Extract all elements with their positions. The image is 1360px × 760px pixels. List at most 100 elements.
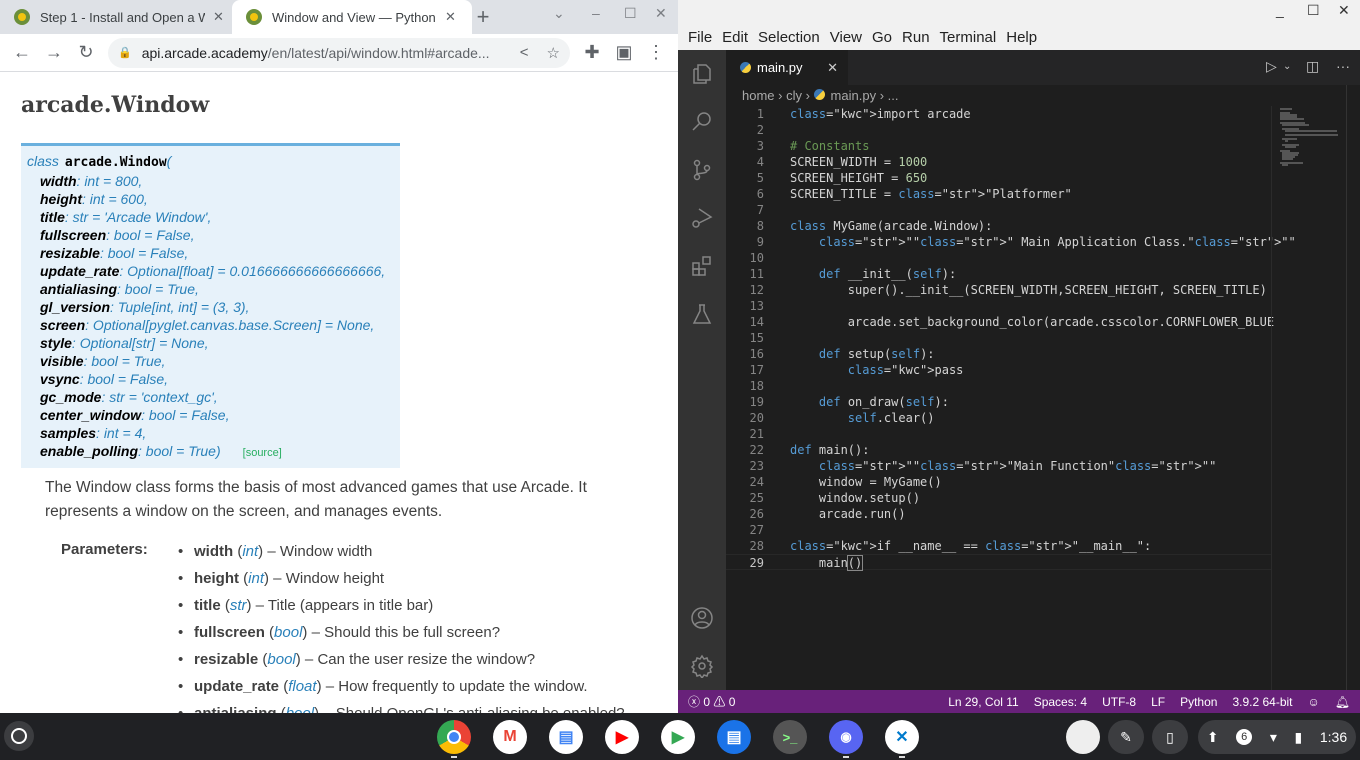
- settings-gear-icon[interactable]: [678, 642, 726, 690]
- browser-tab-step1[interactable]: Step 1 - Install and Open a Win ✕: [0, 0, 230, 34]
- youtube-app-icon[interactable]: ▶: [605, 720, 639, 754]
- line-ending[interactable]: LF: [1151, 695, 1165, 709]
- screenshot-thumbnail[interactable]: [1066, 720, 1100, 754]
- minimap[interactable]: [1271, 106, 1346, 690]
- tab-search-chevron-icon[interactable]: ⌄: [553, 5, 565, 22]
- side-panel-icon[interactable]: ▣: [608, 37, 640, 69]
- param-type-link[interactable]: int: [248, 570, 264, 587]
- code-line[interactable]: 29 main(): [726, 554, 1271, 571]
- param-type-link[interactable]: str: [230, 597, 247, 614]
- play-store-app-icon[interactable]: ▶: [661, 720, 695, 754]
- run-debug-icon[interactable]: [678, 194, 726, 242]
- problems-indicator[interactable]: ⓧ 0 ⚠ 0: [688, 693, 735, 710]
- extensions-puzzle-icon[interactable]: ✚: [576, 37, 608, 69]
- search-icon[interactable]: [678, 98, 726, 146]
- launcher-icon[interactable]: [4, 721, 34, 751]
- code-line[interactable]: 9 class="str">""class="str">" Main Appli…: [726, 234, 1296, 250]
- code-line[interactable]: 25 window.setup(): [726, 490, 1271, 506]
- editor-tab-main-py[interactable]: main.py ✕: [726, 50, 848, 85]
- code-line[interactable]: 11 def __init__(self):: [726, 266, 1271, 282]
- breadcrumb-file[interactable]: main.py: [831, 88, 877, 103]
- back-arrow-icon[interactable]: ←: [6, 37, 38, 69]
- menu-view[interactable]: View: [825, 29, 867, 46]
- param-type-link[interactable]: bool: [274, 624, 302, 641]
- more-menu-icon[interactable]: ⋮: [640, 37, 672, 69]
- cursor-position[interactable]: Ln 29, Col 11: [948, 695, 1019, 709]
- source-control-icon[interactable]: [678, 146, 726, 194]
- minimize-icon[interactable]: –: [592, 5, 600, 21]
- bookmark-star-icon[interactable]: ☆: [547, 44, 560, 62]
- reload-icon[interactable]: ↻: [70, 37, 102, 69]
- menu-selection[interactable]: Selection: [753, 29, 825, 46]
- close-window-icon[interactable]: ✕: [655, 5, 667, 22]
- gmail-app-icon[interactable]: M: [493, 720, 527, 754]
- code-line[interactable]: 21: [726, 426, 1271, 442]
- close-tab-icon[interactable]: ✕: [445, 9, 456, 25]
- run-dropdown-chevron-icon[interactable]: ⌄: [1283, 61, 1291, 72]
- param-type-link[interactable]: int: [242, 543, 258, 560]
- menu-go[interactable]: Go: [867, 29, 897, 46]
- editor-scrollbar[interactable]: [1346, 85, 1360, 690]
- code-line[interactable]: 19 def on_draw(self):: [726, 394, 1271, 410]
- share-icon[interactable]: <: [520, 44, 529, 62]
- terminal-app-icon[interactable]: >_: [773, 720, 807, 754]
- breadcrumb-cly[interactable]: cly: [786, 88, 802, 103]
- close-tab-icon[interactable]: ✕: [827, 60, 838, 76]
- address-bar[interactable]: 🔒 api.arcade.academy/en/latest/api/windo…: [108, 37, 570, 68]
- minimize-icon[interactable]: _: [1276, 2, 1284, 18]
- menu-terminal[interactable]: Terminal: [935, 29, 1002, 46]
- vscode-app-icon[interactable]: ✕: [885, 720, 919, 758]
- notifications-bell-icon[interactable]: 🔔︎: [1335, 695, 1350, 709]
- menu-run[interactable]: Run: [897, 29, 935, 46]
- explorer-icon[interactable]: [678, 50, 726, 98]
- extensions-icon[interactable]: [678, 242, 726, 290]
- code-line[interactable]: 24 window = MyGame(): [726, 474, 1271, 490]
- testing-flask-icon[interactable]: [678, 290, 726, 338]
- indentation[interactable]: Spaces: 4: [1034, 695, 1087, 709]
- more-actions-icon[interactable]: ···: [1336, 58, 1350, 74]
- code-line[interactable]: 14 arcade.set_background_color(arcade.cs…: [726, 314, 1275, 330]
- param-type-link[interactable]: bool: [267, 651, 295, 668]
- maximize-icon[interactable]: ☐: [1307, 2, 1320, 19]
- code-line[interactable]: 5 SCREEN_HEIGHT = 650: [726, 170, 1271, 186]
- breadcrumb-symbol[interactable]: ...: [888, 88, 899, 103]
- param-type-link[interactable]: bool: [286, 705, 314, 713]
- menu-file[interactable]: File: [683, 29, 717, 46]
- code-line[interactable]: 28 class="kwc">if __name__ == class="str"…: [726, 538, 1271, 554]
- code-line[interactable]: 1 class="kwc">import arcade: [726, 106, 1271, 122]
- code-line[interactable]: 17 class="kwc">pass: [726, 362, 1271, 378]
- breadcrumb-home[interactable]: home: [742, 88, 775, 103]
- close-tab-icon[interactable]: ✕: [213, 9, 224, 25]
- chrome-app-icon[interactable]: [437, 720, 471, 758]
- stylus-tools-icon[interactable]: ✎: [1108, 720, 1144, 754]
- code-line[interactable]: 23 class="str">""class="str">"Main Funct…: [726, 458, 1271, 474]
- code-line[interactable]: 20 self.clear(): [726, 410, 1271, 426]
- code-line[interactable]: 8 class MyGame(arcade.Window):: [726, 218, 1271, 234]
- code-line[interactable]: 4 SCREEN_WIDTH = 1000: [726, 154, 1271, 170]
- maximize-icon[interactable]: ☐: [624, 5, 637, 22]
- split-editor-icon[interactable]: ◫: [1306, 58, 1319, 75]
- code-line[interactable]: 3 # Constants: [726, 138, 1271, 154]
- code-line[interactable]: 26 arcade.run(): [726, 506, 1271, 522]
- discord-app-icon[interactable]: ◉: [829, 720, 863, 758]
- docs-app-icon[interactable]: ▤: [549, 720, 583, 754]
- code-line[interactable]: 22 def main():: [726, 442, 1271, 458]
- menu-help[interactable]: Help: [1001, 29, 1042, 46]
- source-link[interactable]: [source]: [243, 447, 282, 459]
- plus-icon[interactable]: +: [472, 4, 494, 30]
- encoding[interactable]: UTF-8: [1102, 695, 1136, 709]
- feedback-icon[interactable]: ☺: [1308, 695, 1320, 709]
- code-line[interactable]: 2: [726, 122, 1271, 138]
- menu-edit[interactable]: Edit: [717, 29, 753, 46]
- browser-tab-window-and-view[interactable]: Window and View — Python Ar ✕: [232, 0, 472, 34]
- param-type-link[interactable]: float: [288, 678, 316, 695]
- code-line[interactable]: 7: [726, 202, 1271, 218]
- code-line[interactable]: 13: [726, 298, 1271, 314]
- system-tray[interactable]: ⬆ 6 ▾ ▮ 1:36: [1198, 720, 1356, 754]
- language-mode[interactable]: Python: [1180, 695, 1217, 709]
- code-line[interactable]: 12 super().__init__(SCREEN_WIDTH,SCREEN_…: [726, 282, 1271, 298]
- code-line[interactable]: 6 SCREEN_TITLE = class="str">"Platformer": [726, 186, 1271, 202]
- code-line[interactable]: 15: [726, 330, 1271, 346]
- code-editor[interactable]: 1 class="kwc">import arcade 2 3 # Constants 4…: [726, 106, 1296, 690]
- code-line[interactable]: 27: [726, 522, 1271, 538]
